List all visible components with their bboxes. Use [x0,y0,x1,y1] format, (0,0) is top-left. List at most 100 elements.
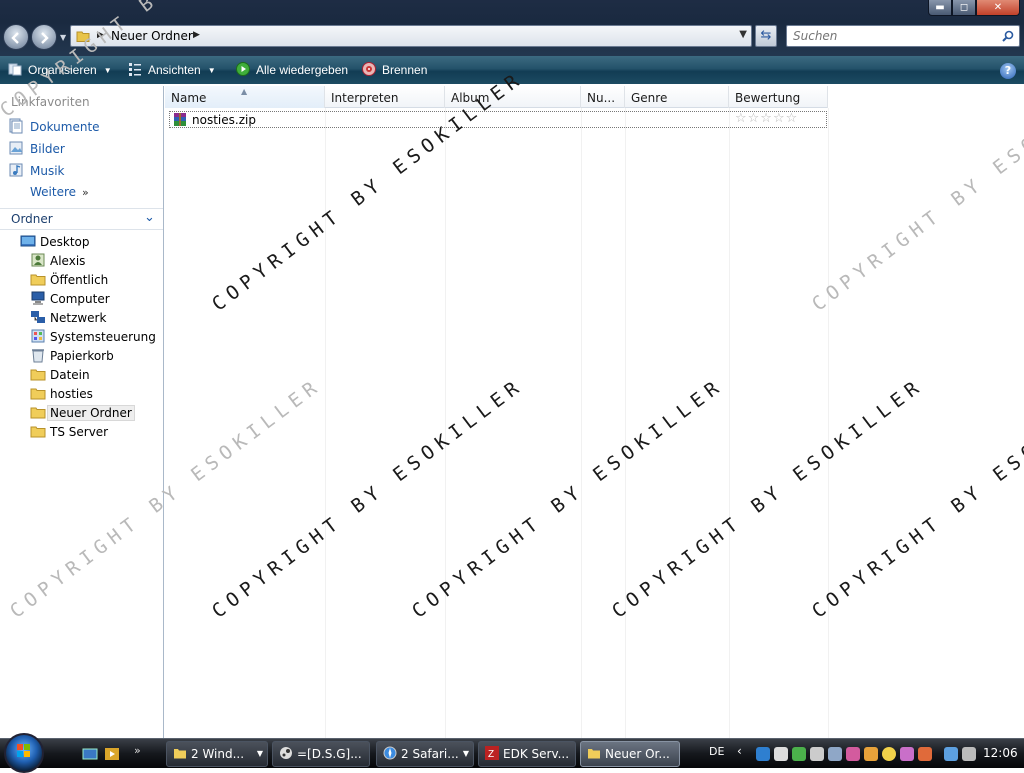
folder-icon [30,407,46,419]
column-divider [729,108,730,738]
tree-item-network[interactable]: Netzwerk [30,309,106,327]
favorite-link-documents[interactable]: Dokumente [8,118,100,136]
winrar-archive-icon [174,113,186,126]
language-indicator[interactable]: DE [709,745,724,758]
tray-app-icon[interactable] [846,747,860,761]
views-button[interactable]: Ansichten ▼ [128,61,216,79]
tree-item-datein[interactable]: Datein [30,366,90,384]
column-divider [625,108,626,738]
column-header-number[interactable]: Nu... [581,86,625,108]
close-button[interactable]: ✕ [976,0,1020,16]
views-dropdown-icon: ▼ [207,66,216,75]
show-desktop-icon[interactable] [82,746,98,762]
documents-icon [9,118,23,134]
tray-volume-icon[interactable] [962,747,976,761]
favorites-more-link[interactable]: Weitere » [30,185,89,199]
tree-item-public[interactable]: Öffentlich [30,271,108,289]
tree-label: Computer [50,292,110,306]
play-icon [236,62,250,76]
taskbar-button-neuer-ordner[interactable]: Neuer Or... [580,741,680,767]
tray-messenger-icon[interactable] [792,747,806,761]
folder-icon [30,388,46,400]
taskbar-button-safari[interactable]: 2 Safari... ▼ [376,741,474,767]
play-all-label: Alle wiedergeben [256,63,349,77]
forward-button[interactable] [31,24,57,50]
task-label: 2 Wind... [191,747,245,761]
tree-item-ts-server[interactable]: TS Server [30,423,108,441]
column-divider [325,108,326,738]
organize-dropdown-icon: ▼ [103,66,112,75]
media-player-icon[interactable] [104,746,120,762]
taskbar-button-steam[interactable]: =[D.S.G]... [272,741,370,767]
search-input[interactable] [791,28,991,44]
filezilla-icon: Z [485,746,499,760]
chevron-down-icon[interactable]: ⌄ [144,210,155,225]
tree-item-alexis[interactable]: Alexis [30,252,85,270]
explorer-icon [174,749,186,759]
help-button[interactable]: ? [1000,63,1016,79]
play-all-button[interactable]: Alle wiedergeben [236,61,348,79]
address-bar[interactable]: ▶ Neuer Ordner ▶ ▼ [70,25,752,47]
folder-icon [30,369,46,381]
organize-icon [8,63,22,76]
minimize-button[interactable]: ▬ [928,0,952,16]
tree-label: Datein [50,368,90,382]
organize-button[interactable]: Organisieren ▼ [8,61,112,79]
column-label: Bewertung [735,91,801,105]
tray-firefox-icon[interactable] [864,747,878,761]
refresh-icon: ⇆ [760,28,772,43]
taskbar-button-filezilla[interactable]: Z EDK Serv... [478,741,576,767]
tray-monitor-icon[interactable] [944,747,958,761]
start-button[interactable] [4,733,44,773]
address-history-dropdown[interactable]: ▼ [739,29,747,40]
tree-item-recycle-bin[interactable]: Papierkorb [30,347,114,365]
tree-label: TS Server [50,425,109,439]
column-header-rating[interactable]: Bewertung [729,86,828,108]
column-header-genre[interactable]: Genre [625,86,729,108]
file-list[interactable]: ▲ Name Interpreten Album Nu... Genre Bewe… [165,86,1024,738]
clock[interactable]: 12:06 [983,746,1018,760]
tray-expand-icon[interactable]: ‹ [737,744,742,758]
tray-network-icon[interactable] [756,747,770,761]
help-icon: ? [1004,64,1012,77]
task-label: EDK Serv... [503,747,570,761]
tree-item-control-panel[interactable]: Systemsteuerung [30,328,156,346]
tray-itunes-icon[interactable] [900,747,914,761]
file-row[interactable]: nosties.zip ☆☆☆☆☆ [169,111,827,128]
refresh-button[interactable]: ⇆ [755,25,777,47]
quick-launch-more-icon[interactable]: » [134,744,141,757]
tray-antivirus-icon[interactable] [918,747,932,761]
search-box[interactable] [786,25,1020,47]
tree-label: Papierkorb [50,349,114,363]
tree-item-neuer-ordner[interactable]: Neuer Ordner [30,404,135,422]
tree-item-hosties[interactable]: hosties [30,385,93,403]
rating-stars[interactable]: ☆☆☆☆☆ [735,111,798,126]
computer-icon [31,291,45,305]
tray-moon-icon[interactable] [882,747,896,761]
breadcrumb-arrow-icon[interactable]: ▶ [193,30,200,40]
maximize-button[interactable]: ◻ [952,0,976,16]
tray-steam-icon[interactable] [774,747,788,761]
column-header-artists[interactable]: Interpreten [325,86,445,108]
sort-ascending-icon: ▲ [241,87,248,96]
breadcrumb-current-folder[interactable]: Neuer Ordner [111,29,193,43]
favorite-link-music[interactable]: Musik [8,162,65,180]
tray-tool-icon[interactable] [828,747,842,761]
burn-button[interactable]: Brennen [362,61,427,79]
tree-item-computer[interactable]: Computer [30,290,110,308]
favorite-link-pictures[interactable]: Bilder [8,140,65,158]
breadcrumb-arrow-icon[interactable]: ▶ [97,30,104,40]
tray-drive-icon[interactable] [810,747,824,761]
folders-header[interactable]: Ordner ⌄ [0,208,163,230]
folder-icon [76,31,90,42]
search-icon[interactable] [1001,29,1015,43]
taskbar-button-windows[interactable]: 2 Wind... ▼ [166,741,268,767]
column-header-name[interactable]: ▲ Name [165,86,325,108]
column-header-album[interactable]: Album [445,86,581,108]
windows-logo-icon [17,744,30,757]
tree-item-desktop[interactable]: Desktop [20,233,90,251]
recent-pages-dropdown[interactable]: ▼ [60,33,68,42]
command-bar: Organisieren ▼ Ansichten ▼ Alle wiedergebe… [0,56,1024,84]
views-label: Ansichten [148,63,201,77]
back-button[interactable] [3,24,29,50]
